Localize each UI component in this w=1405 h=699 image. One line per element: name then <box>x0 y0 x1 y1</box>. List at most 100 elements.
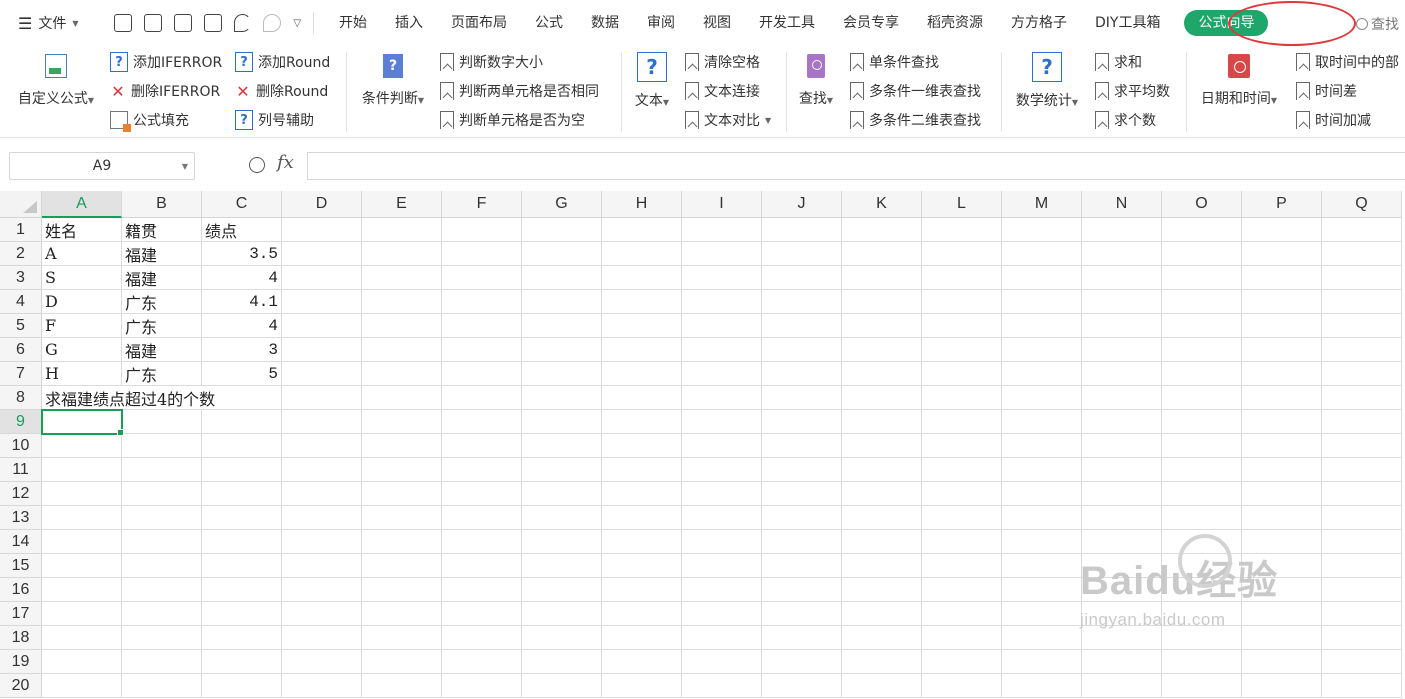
judge-num-size-button[interactable]: 判断数字大小 <box>440 52 543 72</box>
cell-H4[interactable] <box>602 290 682 314</box>
cell-L16[interactable] <box>922 578 1002 602</box>
cell-G18[interactable] <box>522 626 602 650</box>
print-icon[interactable] <box>173 14 192 32</box>
cell-D1[interactable] <box>282 218 362 242</box>
cell-F10[interactable] <box>442 434 522 458</box>
cell-G17[interactable] <box>522 602 602 626</box>
cell-K8[interactable] <box>842 386 922 410</box>
cell-M4[interactable] <box>1002 290 1082 314</box>
cell-J5[interactable] <box>762 314 842 338</box>
column-header[interactable]: G <box>522 191 602 218</box>
cell-M2[interactable] <box>1002 242 1082 266</box>
cell-L13[interactable] <box>922 506 1002 530</box>
average-button[interactable]: 求平均数 <box>1095 81 1170 101</box>
cell-A3[interactable]: S <box>42 266 122 290</box>
cell-G5[interactable] <box>522 314 602 338</box>
cell-L4[interactable] <box>922 290 1002 314</box>
single-lookup-button[interactable]: 单条件查找 <box>850 52 939 72</box>
cell-P5[interactable] <box>1242 314 1322 338</box>
cell-G8[interactable] <box>522 386 602 410</box>
cell-Q20[interactable] <box>1322 674 1402 698</box>
cell-O1[interactable] <box>1162 218 1242 242</box>
cell-I5[interactable] <box>682 314 762 338</box>
cell-A20[interactable] <box>42 674 122 698</box>
tab-page-layout[interactable]: 页面布局 <box>437 0 521 46</box>
cell-N8[interactable] <box>1082 386 1162 410</box>
text-compare-button[interactable]: 文本对比 ▼ <box>685 110 771 130</box>
cell-M6[interactable] <box>1002 338 1082 362</box>
cell-N9[interactable] <box>1082 410 1162 434</box>
cell-C17[interactable] <box>202 602 282 626</box>
cell-D19[interactable] <box>282 650 362 674</box>
cell-D9[interactable] <box>282 410 362 434</box>
row-header[interactable]: 6 <box>0 338 42 362</box>
formula-fill-button[interactable]: 公式填充 <box>110 110 189 132</box>
cell-F20[interactable] <box>442 674 522 698</box>
cell-P1[interactable] <box>1242 218 1322 242</box>
cell-Q17[interactable] <box>1322 602 1402 626</box>
column-header[interactable]: O <box>1162 191 1242 218</box>
judge-empty-button[interactable]: 判断单元格是否为空 <box>440 110 585 130</box>
cell-B3[interactable]: 福建 <box>122 266 202 290</box>
cell-L6[interactable] <box>922 338 1002 362</box>
cell-H1[interactable] <box>602 218 682 242</box>
cell-C12[interactable] <box>202 482 282 506</box>
cell-K15[interactable] <box>842 554 922 578</box>
cell-F5[interactable] <box>442 314 522 338</box>
file-menu[interactable]: ☰ 文件 ▼ <box>0 13 104 33</box>
cell-B6[interactable]: 福建 <box>122 338 202 362</box>
cell-B19[interactable] <box>122 650 202 674</box>
cell-A11[interactable] <box>42 458 122 482</box>
cell-A14[interactable] <box>42 530 122 554</box>
cell-E17[interactable] <box>362 602 442 626</box>
cell-E9[interactable] <box>362 410 442 434</box>
cell-P9[interactable] <box>1242 410 1322 434</box>
cell-C10[interactable] <box>202 434 282 458</box>
cell-D20[interactable] <box>282 674 362 698</box>
cell-B20[interactable] <box>122 674 202 698</box>
cell-P2[interactable] <box>1242 242 1322 266</box>
count-button[interactable]: 求个数 <box>1095 110 1156 130</box>
cell-N14[interactable] <box>1082 530 1162 554</box>
cell-B11[interactable] <box>122 458 202 482</box>
cell-K16[interactable] <box>842 578 922 602</box>
cell-C9[interactable] <box>202 410 282 434</box>
column-header[interactable]: C <box>202 191 282 218</box>
tab-member[interactable]: 会员专享 <box>829 0 913 46</box>
cell-J11[interactable] <box>762 458 842 482</box>
cell-A2[interactable]: A <box>42 242 122 266</box>
cell-A18[interactable] <box>42 626 122 650</box>
tab-diy-toolbox[interactable]: DIY工具箱 <box>1081 0 1174 46</box>
cell-H19[interactable] <box>602 650 682 674</box>
cell-A10[interactable] <box>42 434 122 458</box>
zoom-icon[interactable] <box>249 157 265 173</box>
cell-G4[interactable] <box>522 290 602 314</box>
cell-M14[interactable] <box>1002 530 1082 554</box>
cell-D12[interactable] <box>282 482 362 506</box>
cell-G13[interactable] <box>522 506 602 530</box>
column-header[interactable]: B <box>122 191 202 218</box>
cell-B16[interactable] <box>122 578 202 602</box>
cell-B9[interactable] <box>122 410 202 434</box>
cell-I4[interactable] <box>682 290 762 314</box>
cell-L12[interactable] <box>922 482 1002 506</box>
time-part-button[interactable]: 取时间中的部 <box>1296 52 1399 72</box>
cell-M11[interactable] <box>1002 458 1082 482</box>
cell-D2[interactable] <box>282 242 362 266</box>
row-header[interactable]: 4 <box>0 290 42 314</box>
cell-I20[interactable] <box>682 674 762 698</box>
cell-H17[interactable] <box>602 602 682 626</box>
cell-E8[interactable] <box>362 386 442 410</box>
time-add-button[interactable]: 时间加减 <box>1296 110 1371 130</box>
cell-D11[interactable] <box>282 458 362 482</box>
cell-E16[interactable] <box>362 578 442 602</box>
row-header[interactable]: 15 <box>0 554 42 578</box>
row-header[interactable]: 8 <box>0 386 42 410</box>
cell-N16[interactable] <box>1082 578 1162 602</box>
cell-N4[interactable] <box>1082 290 1162 314</box>
cell-O19[interactable] <box>1162 650 1242 674</box>
cell-O2[interactable] <box>1162 242 1242 266</box>
cell-N6[interactable] <box>1082 338 1162 362</box>
redo-icon[interactable] <box>263 14 282 32</box>
tab-formulas[interactable]: 公式 <box>521 0 577 46</box>
